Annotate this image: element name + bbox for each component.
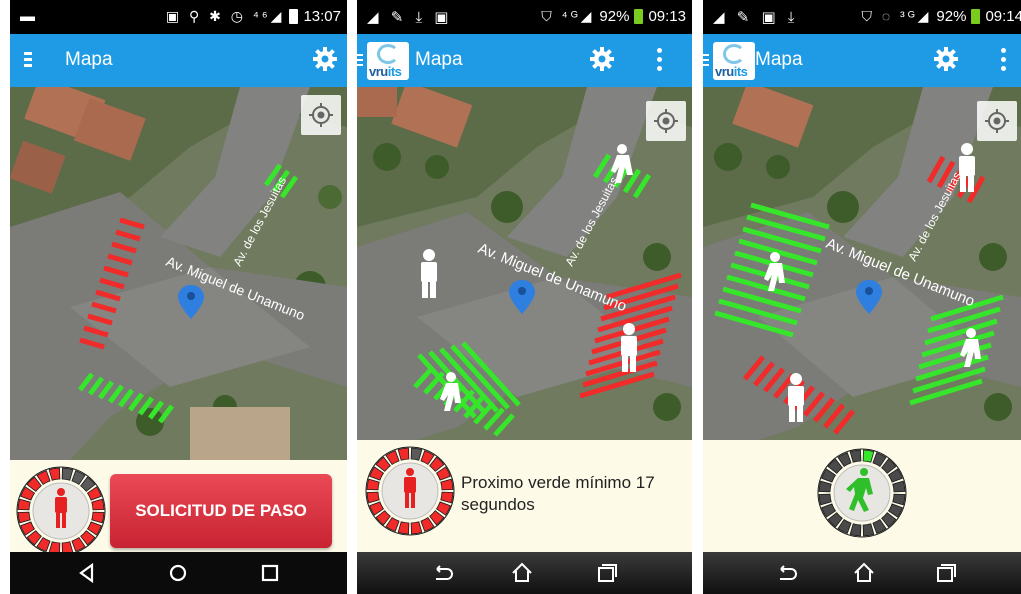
locate-button[interactable] xyxy=(977,101,1017,141)
timer-segment xyxy=(892,493,906,506)
locate-icon xyxy=(309,103,333,127)
walk-timer-dial xyxy=(817,448,907,538)
status-right-icons: ⛉ ⁴ᴳ◢ xyxy=(541,8,595,24)
map-view[interactable]: Av. Miguel de Unamuno Av. de los Jesuita… xyxy=(10,87,347,460)
locate-button[interactable] xyxy=(646,101,686,141)
timer-segment xyxy=(17,511,31,524)
timer-segment xyxy=(17,498,31,511)
timer-segment xyxy=(91,498,105,511)
status-right-icons: ▣ ⚲ ✱ ◷ ⁴⁶◢ xyxy=(165,8,285,24)
timer-segment xyxy=(366,478,380,491)
timer-segment xyxy=(862,449,875,463)
phone-screen-2: ◢ ✎ ⤓ ▣ ⛉ ⁴ᴳ◢ 92% 09:13 vruits Mapa Av. … xyxy=(357,0,692,594)
gear-icon[interactable] xyxy=(312,46,338,72)
next-green-message: Proximo verde mínimo 17 segundos xyxy=(461,473,655,514)
status-right-icons: ⛉ ◌ ³ᴳ◢ xyxy=(861,8,932,24)
vruits-logo: vruits xyxy=(367,42,409,80)
menu-icon[interactable] xyxy=(24,52,32,68)
battery-icon xyxy=(971,9,981,24)
recents-icon[interactable] xyxy=(592,558,622,588)
more-icon[interactable] xyxy=(657,48,663,72)
vruits-logo: vruits xyxy=(713,42,755,80)
control-panel: Proximo verde mínimo 17 segundos xyxy=(357,440,692,594)
timer-segment xyxy=(397,521,410,535)
timer-segment xyxy=(410,447,423,461)
status-bar: ▬ ▣ ⚲ ✱ ◷ ⁴⁶◢ 13:07 xyxy=(10,0,347,34)
timer-segment xyxy=(61,467,74,481)
back-icon[interactable] xyxy=(427,558,457,588)
app-bar: Mapa xyxy=(10,34,347,87)
status-time: 09:14 xyxy=(985,8,1021,25)
crossing-request-button[interactable]: SOLICITUD DE PASO xyxy=(110,474,332,548)
timer-segment xyxy=(440,491,454,504)
control-panel: SOLICITUD DE PASO xyxy=(10,460,347,594)
timer-segment xyxy=(91,511,105,524)
app-title: Mapa xyxy=(415,49,463,70)
status-left-icons: ◢ ✎ ⤓ ▣ xyxy=(367,9,453,26)
recents-icon[interactable] xyxy=(931,558,961,588)
menu-icon[interactable] xyxy=(357,54,363,66)
back-icon[interactable] xyxy=(72,558,102,588)
control-panel xyxy=(703,440,1021,594)
system-nav-bar xyxy=(357,552,692,594)
timer-segment xyxy=(892,480,906,493)
system-nav-bar xyxy=(703,552,1021,594)
home-icon[interactable] xyxy=(507,558,537,588)
timer-segment xyxy=(440,478,454,491)
timer-segment xyxy=(818,493,832,506)
app-title: Mapa xyxy=(755,49,803,70)
back-icon[interactable] xyxy=(771,558,801,588)
status-time: 09:13 xyxy=(648,8,686,25)
timer-segment xyxy=(849,523,862,537)
app-bar: vruits Mapa xyxy=(357,34,692,87)
app-bar: vruits Mapa xyxy=(703,34,1021,87)
timer-segment xyxy=(48,467,61,481)
timer-segment xyxy=(862,523,875,537)
locate-icon xyxy=(985,109,1009,133)
gear-icon[interactable] xyxy=(589,46,615,72)
timer-segment xyxy=(366,491,380,504)
status-bar: ◢ ✎ ⤓ ▣ ⛉ ⁴ᴳ◢ 92% 09:13 xyxy=(357,0,692,34)
battery-icon xyxy=(634,9,644,24)
menu-icon[interactable] xyxy=(703,54,709,66)
timer-segment xyxy=(818,480,832,493)
phone-screen-1: ▬ ▣ ⚲ ✱ ◷ ⁴⁶◢ 13:07 Mapa Av. Miguel de U… xyxy=(10,0,347,594)
wait-timer-dial xyxy=(365,446,455,536)
battery-percent: 92% xyxy=(936,8,967,25)
status-bar: ◢ ✎ ▣ ⤓ ⛉ ◌ ³ᴳ◢ 92% 09:14 xyxy=(703,0,1021,34)
status-left-icons: ▬ xyxy=(20,8,39,25)
battery-icon xyxy=(289,9,299,24)
system-nav-bar xyxy=(10,552,347,594)
status-time: 13:07 xyxy=(303,8,341,25)
home-icon[interactable] xyxy=(849,558,879,588)
locate-button[interactable] xyxy=(301,95,341,135)
battery-percent: 92% xyxy=(599,8,630,25)
map-view[interactable]: Av. Miguel de Unamuno Av. de los Jesuita… xyxy=(357,87,692,440)
wait-timer-dial xyxy=(16,466,106,556)
timer-segment xyxy=(410,521,423,535)
phone-screen-3: ◢ ✎ ▣ ⤓ ⛉ ◌ ³ᴳ◢ 92% 09:14 vruits Mapa Av… xyxy=(703,0,1021,594)
gear-icon[interactable] xyxy=(933,46,959,72)
timer-segment xyxy=(849,449,862,463)
locate-icon xyxy=(654,109,678,133)
map-view[interactable]: Av. Miguel de Unamuno Av. de los Jesuita… xyxy=(703,87,1021,440)
home-icon[interactable] xyxy=(163,558,193,588)
timer-segment xyxy=(397,447,410,461)
recents-icon[interactable] xyxy=(255,558,285,588)
status-left-icons: ◢ ✎ ▣ ⤓ xyxy=(713,9,799,26)
more-icon[interactable] xyxy=(1001,48,1007,72)
app-title: Mapa xyxy=(65,49,113,70)
